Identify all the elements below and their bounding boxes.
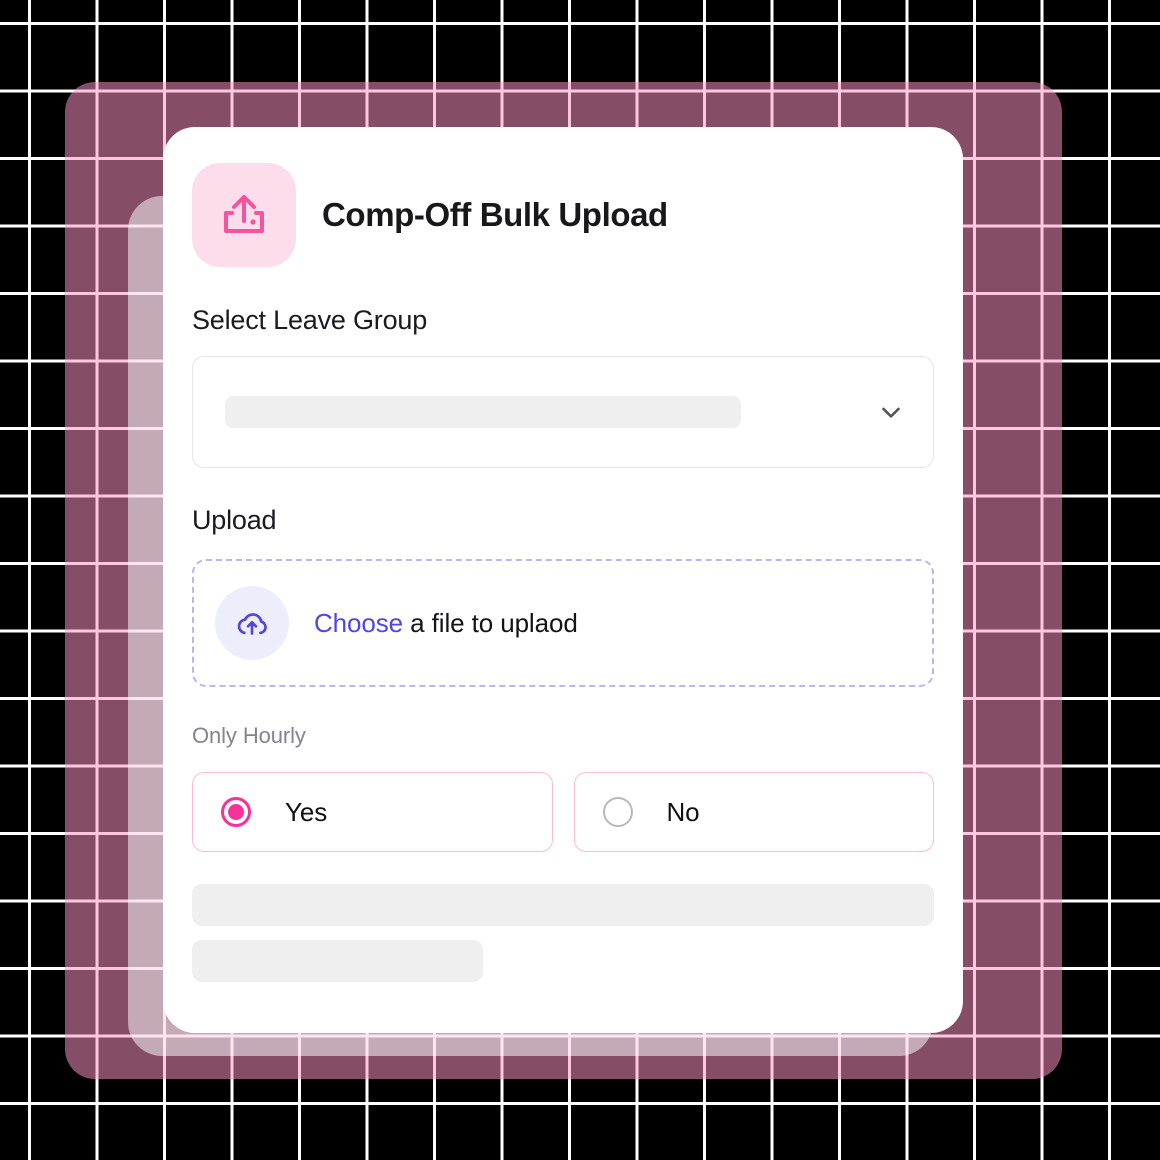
file-dropzone[interactable]: Choose a file to uplaod — [192, 559, 934, 687]
radio-option-yes[interactable]: Yes — [192, 772, 553, 852]
only-hourly-label: Only Hourly — [192, 723, 306, 748]
dropzone-text: Choose a file to uplaod — [314, 608, 578, 639]
footer-skeleton-wide — [192, 884, 934, 926]
only-hourly-radio-group: Yes No — [192, 772, 934, 852]
upload-box-icon — [192, 163, 296, 267]
choose-file-link[interactable]: Choose — [314, 608, 403, 638]
leave-group-skeleton — [225, 396, 741, 428]
dropzone-text-suffix: a file to uplaod — [403, 607, 578, 638]
radio-unselected-icon[interactable] — [602, 797, 633, 827]
footer-skeleton-narrow — [192, 940, 483, 982]
chevron-down-icon[interactable] — [871, 392, 911, 432]
leave-group-select[interactable] — [192, 356, 934, 468]
leave-group-label: Select Leave Group — [192, 305, 428, 335]
upload-form-card: Comp-Off Bulk Upload Select Leave Group … — [163, 127, 963, 1033]
page-title: Comp-Off Bulk Upload — [322, 196, 668, 233]
upload-label: Upload — [192, 505, 277, 535]
card-header: Comp-Off Bulk Upload — [192, 163, 668, 267]
radio-label-yes: Yes — [285, 796, 328, 827]
radio-option-no[interactable]: No — [573, 772, 934, 852]
radio-label-no: No — [666, 796, 700, 827]
radio-selected-icon[interactable] — [221, 797, 251, 827]
screenshot-stage: Comp-Off Bulk Upload Select Leave Group … — [0, 0, 1160, 1160]
cloud-upload-icon — [215, 586, 289, 660]
